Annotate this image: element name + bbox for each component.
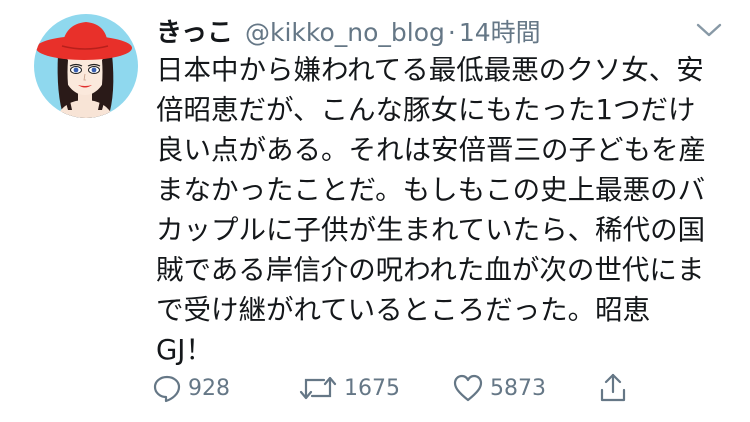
like-button[interactable]: 5873 [452,368,546,408]
tweet-text: 日本中から嫌われてる最低最悪のクソ女、安 倍昭恵だが、こんな豚女にもたった1つだ… [156,50,736,370]
retweet-button[interactable]: 1675 [298,368,400,408]
retweet-count: 1675 [344,375,400,401]
avatar[interactable] [34,14,138,118]
tweet-text-line: カップルに子供が生まれていたら、稀代の国 [156,214,706,246]
display-name[interactable]: きっこ [156,12,233,49]
reply-button[interactable]: 928 [152,368,230,408]
tweet-text-line: で受け継がれているところだった。昭恵 [156,294,651,326]
reply-count: 928 [188,375,230,401]
tweet-text-line: まなかったことだ。もしもこの史上最悪のバ [156,174,706,206]
user-handle[interactable]: @kikko_no_blog [245,18,445,47]
heart-icon [452,373,484,403]
chevron-down-icon[interactable] [694,20,724,40]
tweet-text-line: 倍昭恵だが、こんな豚女にもたった1つだけ [156,94,696,126]
share-icon [598,372,628,404]
retweet-icon [298,373,338,403]
reply-icon [152,373,182,403]
timestamp[interactable]: 14時間 [459,13,541,49]
tweet-text-line: 良い点がある。それは安倍晋三の子どもを産 [156,134,706,166]
tweet-header: きっこ @kikko_no_blog · 14時間 [156,12,716,48]
like-count: 5873 [490,375,546,401]
tweet[interactable]: きっこ @kikko_no_blog · 14時間 日本中から嫌われてる最低最悪… [0,0,750,422]
share-button[interactable] [598,368,628,408]
tweet-text-line: 日本中から嫌われてる最低最悪のクソ女、安 [156,54,704,86]
avatar-illustration [36,22,132,118]
tweet-text-line: GJ！ [156,334,213,366]
tweet-actions: 928 1675 5873 [150,368,740,408]
separator-dot: · [447,18,456,47]
tweet-text-line: 賊である岸信介の呪われた血が次の世代にま [156,254,705,286]
